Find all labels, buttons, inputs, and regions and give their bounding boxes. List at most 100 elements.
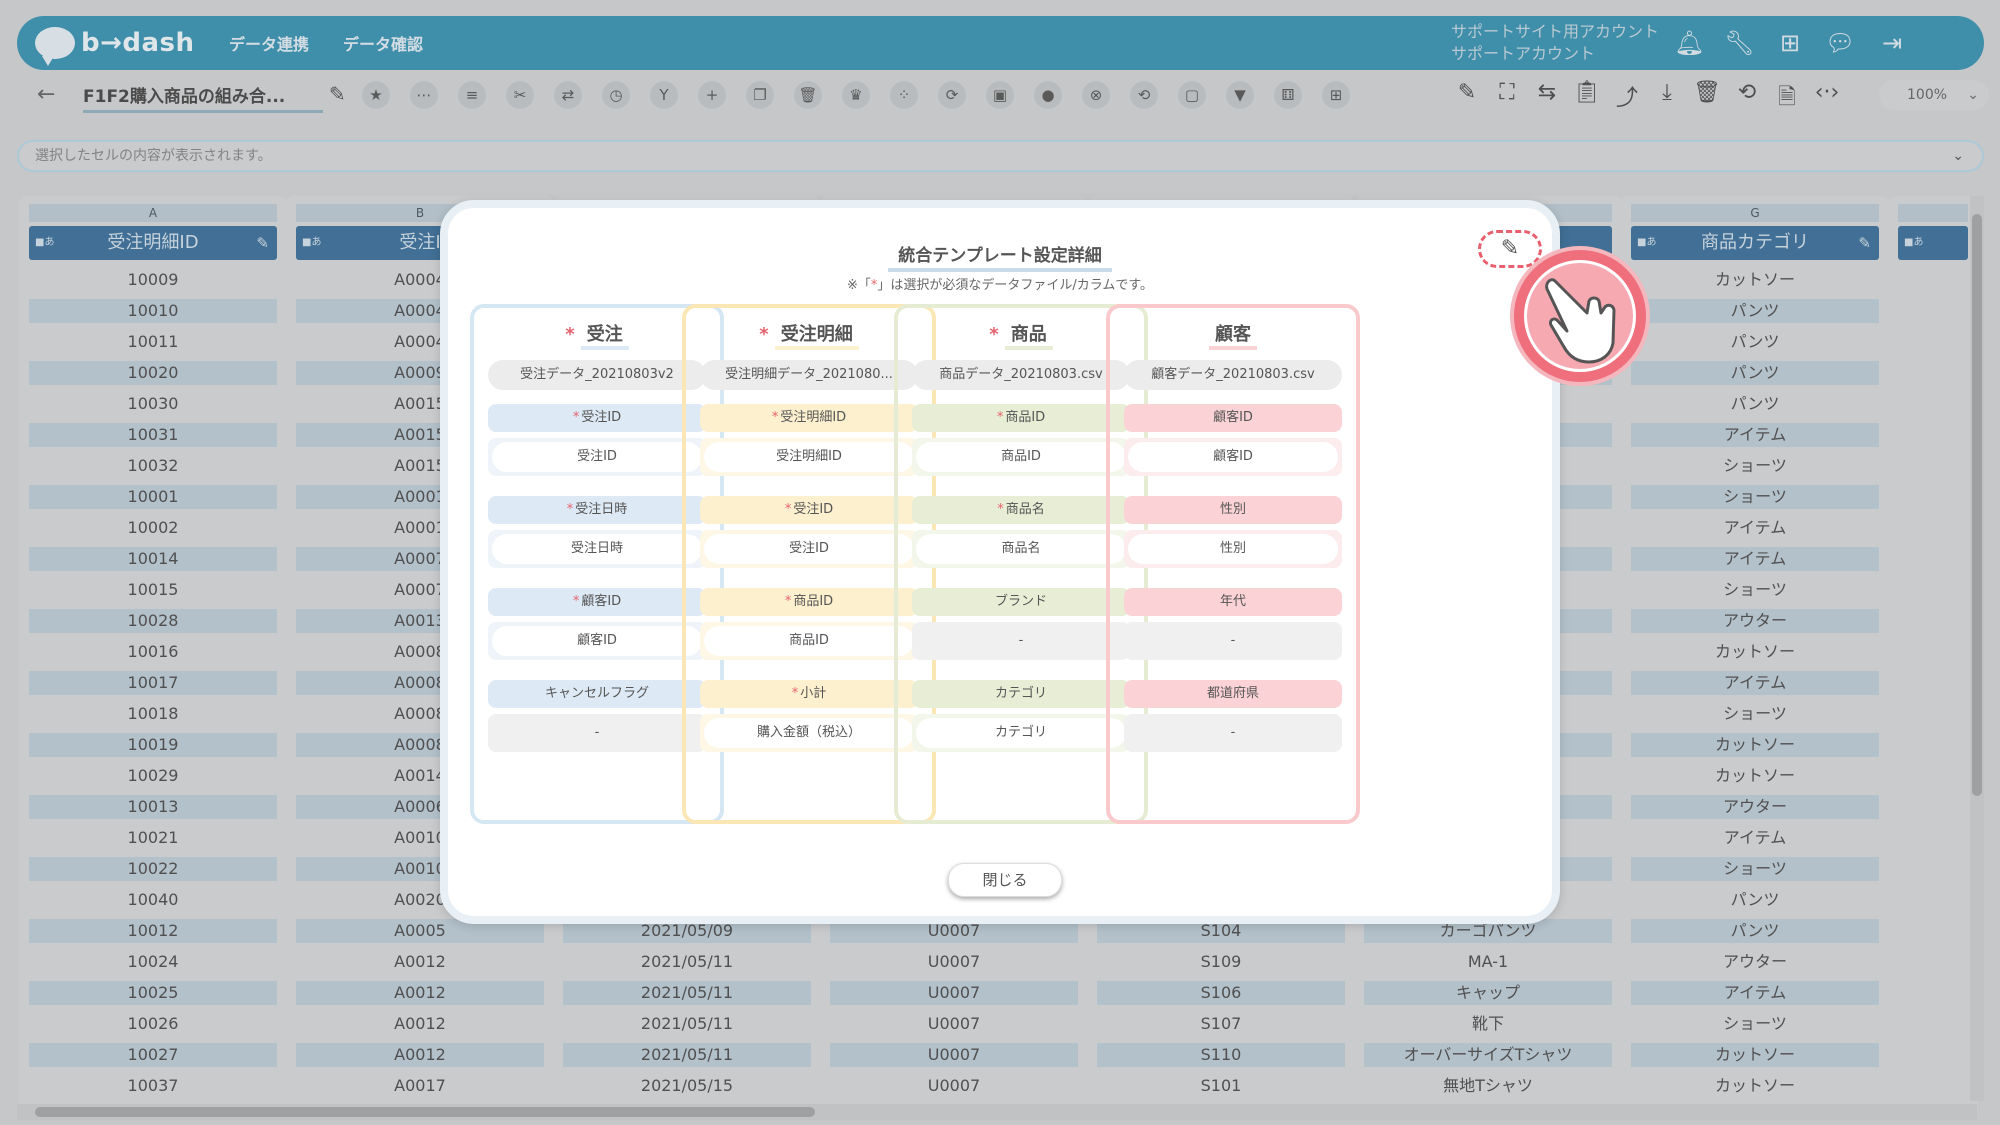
table-cell[interactable]: 10037 — [29, 1074, 277, 1098]
table-cell[interactable]: 10010 — [29, 299, 277, 323]
cut-icon[interactable]: ✂ — [506, 81, 534, 109]
trash-icon[interactable]: 🗑︎ — [794, 81, 822, 109]
frame-icon[interactable]: ▢ — [1178, 81, 1206, 109]
table-cell[interactable]: アウター — [1631, 950, 1879, 974]
bell-icon[interactable]: 🔔︎ — [1674, 28, 1704, 58]
nav-data-check[interactable]: データ確認 — [343, 31, 423, 55]
horizontal-scrollbar[interactable] — [17, 1104, 1977, 1120]
table-cell[interactable]: パンツ — [1631, 361, 1879, 385]
table-cell[interactable]: 2021/05/11 — [563, 981, 811, 1005]
table-cell[interactable]: 10002 — [29, 516, 277, 540]
table-cell[interactable]: ショーツ — [1631, 702, 1879, 726]
table-cell[interactable]: アイテム — [1631, 826, 1879, 850]
column-edit-icon[interactable]: ✎ — [1858, 226, 1871, 260]
table-cell[interactable]: ショーツ — [1631, 454, 1879, 478]
table-cell[interactable]: 10025 — [29, 981, 277, 1005]
table-cell[interactable]: U0007 — [830, 981, 1078, 1005]
more-icon[interactable]: ⋯ — [410, 81, 438, 109]
table-cell[interactable]: 10001 — [29, 485, 277, 509]
sync-icon[interactable]: ⟲ — [1130, 81, 1158, 109]
delete-icon[interactable]: 🗑︎ — [1692, 80, 1722, 105]
apps-icon[interactable]: ⚅ — [1274, 81, 1302, 109]
table-cell[interactable]: アイテム — [1631, 516, 1879, 540]
lock-file-icon[interactable]: ▣ — [986, 81, 1014, 109]
column-letter[interactable]: A — [29, 204, 277, 222]
transform-icon[interactable]: ⇄ — [554, 81, 582, 109]
table-cell[interactable]: A0012 — [296, 950, 544, 974]
merge-icon[interactable]: Y — [650, 81, 678, 109]
table-cell[interactable]: 10015 — [29, 578, 277, 602]
close-button[interactable]: 閉じる — [948, 863, 1062, 897]
table-cell[interactable]: 2021/05/15 — [563, 1074, 811, 1098]
timer-icon[interactable]: ◷ — [602, 81, 630, 109]
swap-icon[interactable]: ⇆ — [1532, 80, 1562, 105]
table-cell[interactable]: パンツ — [1631, 392, 1879, 416]
table-cell[interactable]: MA-1 — [1364, 950, 1612, 974]
table-cell[interactable]: S101 — [1097, 1074, 1345, 1098]
table-cell[interactable]: A0012 — [296, 1012, 544, 1036]
cancel-circle-icon[interactable]: ⊗ — [1082, 81, 1110, 109]
table-cell[interactable]: パンツ — [1631, 330, 1879, 354]
table-cell[interactable]: 10040 — [29, 888, 277, 912]
table-cell[interactable]: ショーツ — [1631, 485, 1879, 509]
table-cell[interactable]: アイテム — [1631, 981, 1879, 1005]
table-cell[interactable]: カットソー — [1631, 268, 1879, 292]
table-cell[interactable]: 10017 — [29, 671, 277, 695]
table-cell[interactable]: アイテム — [1631, 547, 1879, 571]
table-cell[interactable]: U0007 — [830, 950, 1078, 974]
back-arrow-icon[interactable]: ← — [37, 82, 55, 107]
table-cell[interactable]: 10019 — [29, 733, 277, 757]
wrench-icon[interactable]: 🔧︎ — [1724, 28, 1754, 58]
table-cell[interactable]: 10020 — [29, 361, 277, 385]
share-icon[interactable]: ⤴ — [1612, 80, 1642, 112]
table-cell[interactable]: オーバーサイズTシャツ — [1364, 1043, 1612, 1067]
cell-content-bar[interactable]: 選択したセルの内容が表示されます。 ⌄ — [17, 140, 1984, 172]
logo[interactable]: b→dash — [35, 27, 195, 66]
table-cell[interactable]: 10011 — [29, 330, 277, 354]
table-cell[interactable]: ショーツ — [1631, 857, 1879, 881]
table-cell[interactable]: アウター — [1631, 609, 1879, 633]
clipboard-icon[interactable]: 📋︎ — [1572, 80, 1602, 105]
table-cell[interactable]: U0007 — [830, 1074, 1078, 1098]
table-cell[interactable]: A0012 — [296, 981, 544, 1005]
table-cell[interactable]: 10026 — [29, 1012, 277, 1036]
table-cell[interactable]: アイテム — [1631, 671, 1879, 695]
table-cell[interactable]: A0012 — [296, 1043, 544, 1067]
table-cell[interactable]: ショーツ — [1631, 1012, 1879, 1036]
history-icon[interactable]: ⟲ — [1732, 80, 1762, 105]
table-cell[interactable]: 2021/05/11 — [563, 950, 811, 974]
table-cell[interactable]: カットソー — [1631, 1043, 1879, 1067]
list-icon[interactable]: ≡ — [458, 81, 486, 109]
table-cell[interactable]: U0007 — [830, 1043, 1078, 1067]
table-cell[interactable]: 10016 — [29, 640, 277, 664]
table-cell[interactable]: カットソー — [1631, 1074, 1879, 1098]
table-cell[interactable]: 10012 — [29, 919, 277, 943]
column-letter[interactable] — [1898, 204, 1968, 222]
column-edit-icon[interactable]: ✎ — [256, 226, 269, 260]
table-cell[interactable]: U0007 — [830, 1012, 1078, 1036]
table-cell[interactable]: 10009 — [29, 268, 277, 292]
vertical-scrollbar[interactable] — [1970, 196, 1984, 1101]
copy-icon[interactable]: ❐ — [746, 81, 774, 109]
column-header[interactable]: ■あ 商品カテゴリ ✎ — [1631, 226, 1879, 260]
table-cell[interactable]: S107 — [1097, 1012, 1345, 1036]
table-cell[interactable]: ショーツ — [1631, 578, 1879, 602]
table-cell[interactable]: 10013 — [29, 795, 277, 819]
scroll-thumb[interactable] — [35, 1107, 815, 1117]
fullscreen-icon[interactable]: ⛶ — [1492, 80, 1522, 105]
logout-icon[interactable]: ⇥ — [1877, 28, 1907, 58]
table-cell[interactable]: パンツ — [1631, 888, 1879, 912]
table-cell[interactable]: カットソー — [1631, 640, 1879, 664]
table-cell[interactable]: 10018 — [29, 702, 277, 726]
table-cell[interactable]: 10027 — [29, 1043, 277, 1067]
account-info[interactable]: サポートサイト用アカウント サポートアカウント — [1451, 21, 1659, 65]
column-letter[interactable]: G — [1631, 204, 1879, 222]
add-icon[interactable]: + — [698, 81, 726, 109]
table-cell[interactable]: 10030 — [29, 392, 277, 416]
table-cell[interactable]: 10028 — [29, 609, 277, 633]
table-cell[interactable]: A0017 — [296, 1074, 544, 1098]
table-cell[interactable]: S109 — [1097, 950, 1345, 974]
scroll-thumb[interactable] — [1972, 214, 1982, 796]
table-cell[interactable]: 10032 — [29, 454, 277, 478]
table-cell[interactable]: S106 — [1097, 981, 1345, 1005]
